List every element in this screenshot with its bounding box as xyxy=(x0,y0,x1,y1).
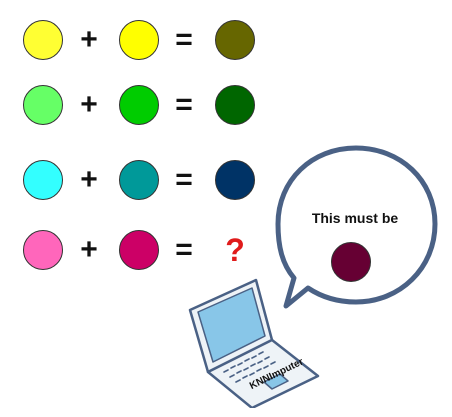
plus-sign: + xyxy=(80,163,98,196)
speech-bubble-text: This must be xyxy=(311,210,399,226)
plus-sign: + xyxy=(80,233,98,266)
color-circle-input-b xyxy=(119,20,159,60)
color-circle-input-b xyxy=(119,230,159,270)
color-circle-input-a xyxy=(23,20,63,60)
equals-sign: = xyxy=(175,88,193,121)
equals-sign: = xyxy=(175,23,193,56)
color-circle-result xyxy=(215,85,255,125)
equals-sign: = xyxy=(175,233,193,266)
color-circle-input-b xyxy=(119,85,159,125)
color-circle-result xyxy=(215,20,255,60)
color-circle-input-a xyxy=(23,230,63,270)
predicted-color-circle xyxy=(331,242,371,282)
equation-row-4: + = ? xyxy=(0,230,270,274)
plus-sign: + xyxy=(80,23,98,56)
unknown-result-question-mark: ? xyxy=(225,232,245,268)
color-circle-input-a xyxy=(23,160,63,200)
equation-row-1: + = xyxy=(0,20,270,64)
color-circle-input-b xyxy=(119,160,159,200)
color-circle-input-a xyxy=(23,85,63,125)
equals-sign: = xyxy=(175,163,193,196)
color-circle-result xyxy=(215,160,255,200)
equation-row-2: + = xyxy=(0,85,270,129)
plus-sign: + xyxy=(80,88,98,121)
equation-row-3: + = xyxy=(0,160,270,204)
